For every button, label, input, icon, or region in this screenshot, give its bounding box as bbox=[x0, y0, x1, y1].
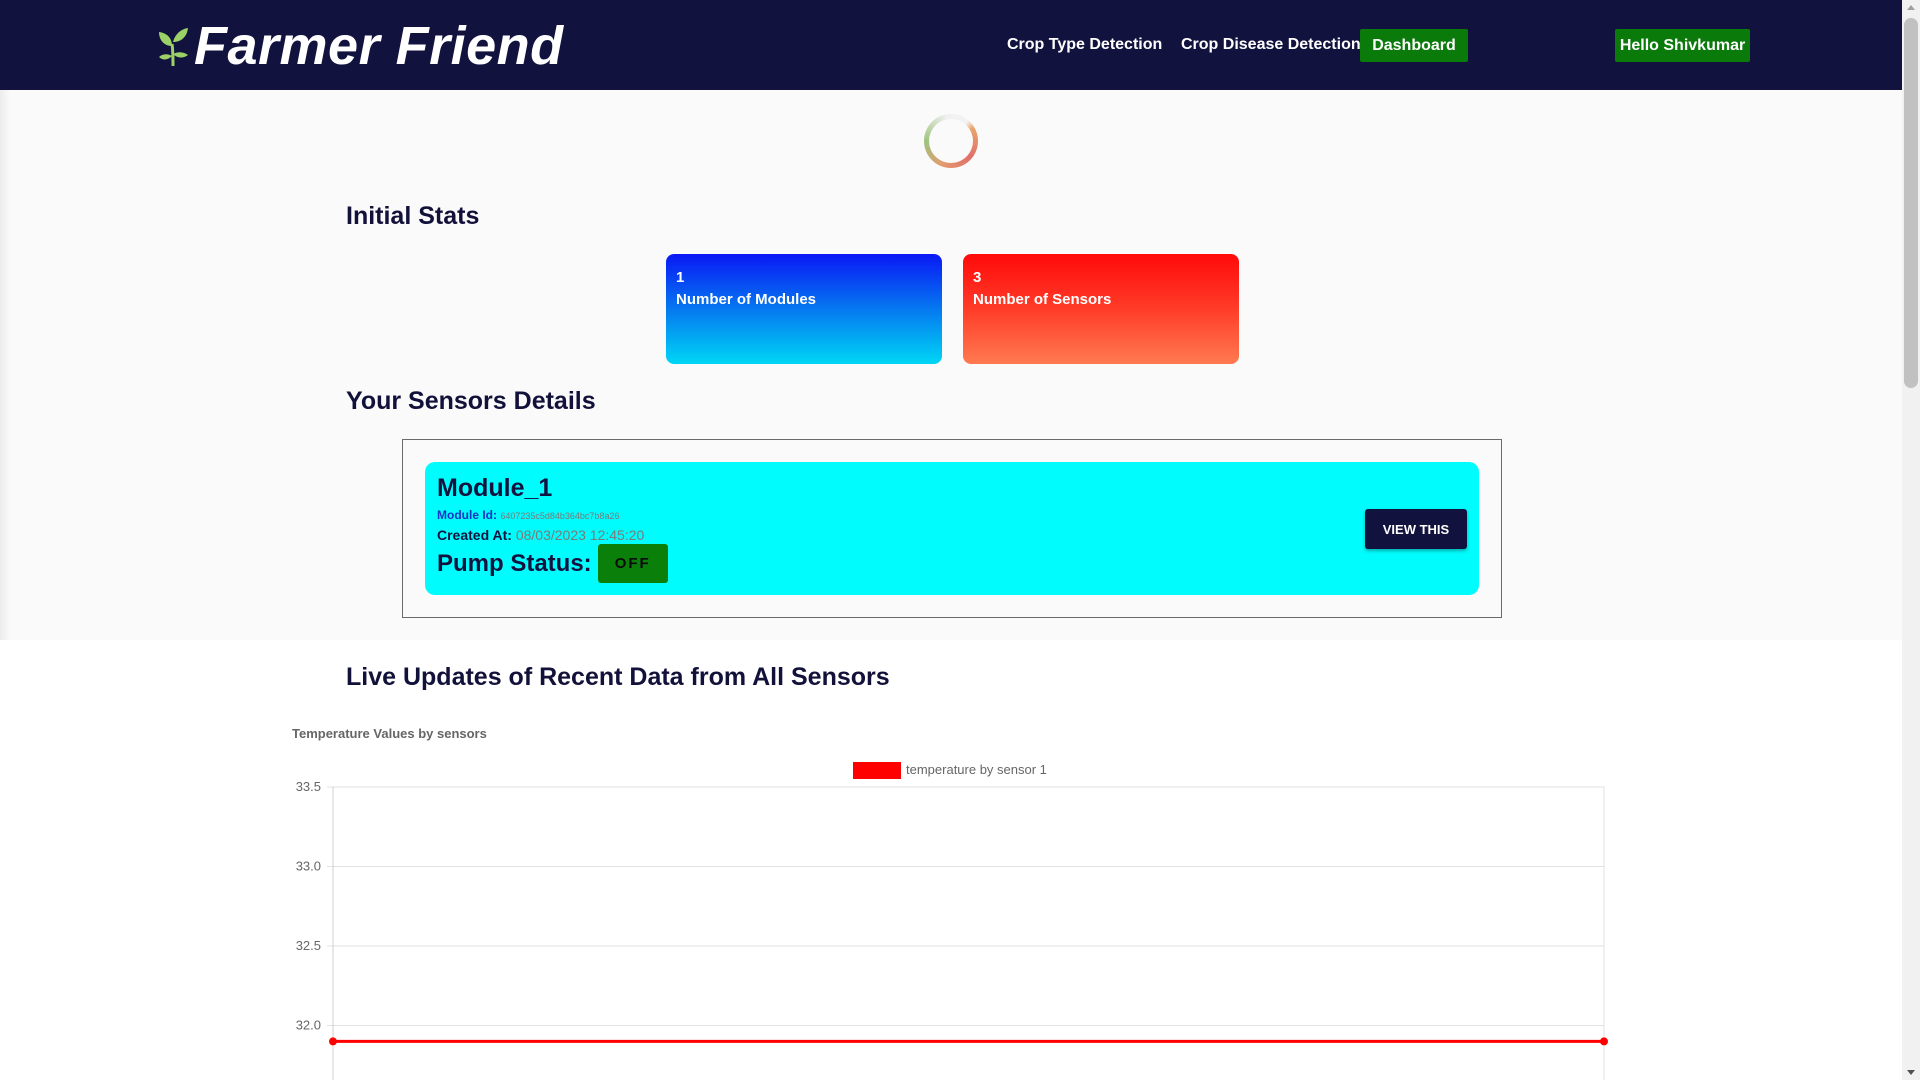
y-tick-label: 33.5 bbox=[296, 779, 321, 794]
y-tick-label: 32.0 bbox=[296, 1018, 321, 1033]
y-tick-label: 33.0 bbox=[296, 859, 321, 874]
data-point bbox=[329, 1037, 337, 1046]
vertical-scrollbar[interactable] bbox=[1902, 0, 1920, 1080]
scroll-down-arrow-icon[interactable] bbox=[1907, 1070, 1915, 1075]
scroll-thumb[interactable] bbox=[1904, 18, 1918, 388]
scroll-up-arrow-icon[interactable] bbox=[1907, 5, 1915, 10]
y-tick-label: 32.5 bbox=[296, 938, 321, 953]
data-point bbox=[1600, 1037, 1608, 1046]
legend-label: temperature by sensor 1 bbox=[906, 762, 1047, 777]
temperature-chart: 33.5 33.0 32.5 32.0 temperature by sensor 1 bbox=[296, 762, 1608, 1080]
legend-swatch bbox=[853, 762, 901, 779]
